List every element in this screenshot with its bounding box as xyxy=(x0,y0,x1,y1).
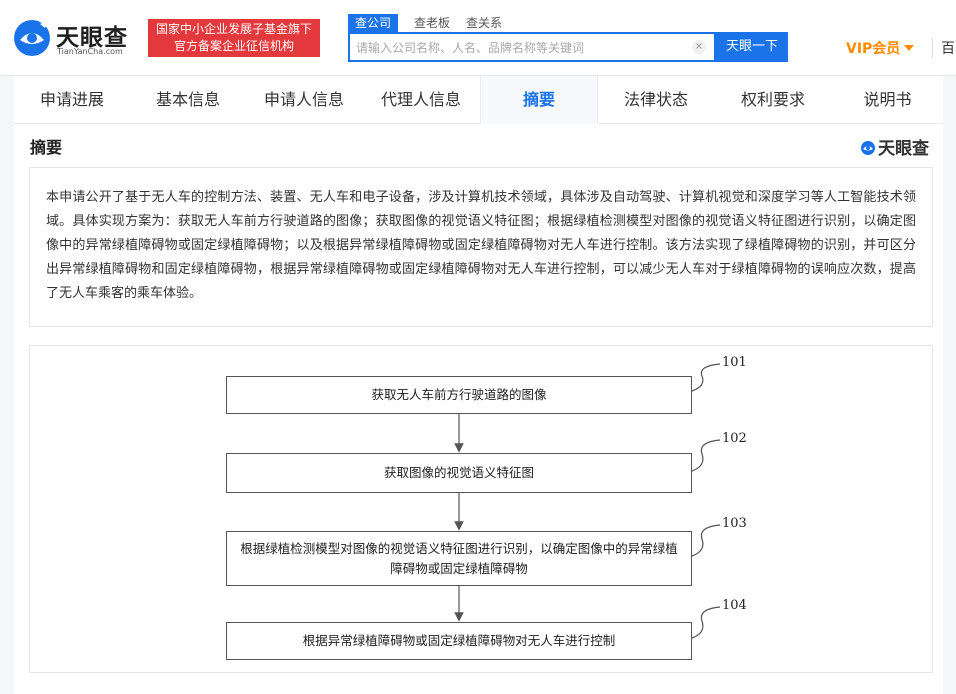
section-title: 摘要 xyxy=(30,138,63,157)
tab-agent-info[interactable]: 代理人信息 xyxy=(362,76,480,124)
vip-member-menu[interactable]: VIP会员 xyxy=(846,38,915,58)
watermark-text: 天眼查 xyxy=(878,139,929,159)
badge-line-2: 官方备案企业征信机构 xyxy=(173,39,294,53)
flow-step-103: 根据绿植检测模型对图像的视觉语义特征图进行识别，以确定图像中的异常绿植障碍物或固… xyxy=(226,531,692,586)
chevron-down-icon xyxy=(904,45,915,51)
abstract-figure: 获取无人车前方行驶道路的图像 获取图像的视觉语义特征图 根据绿植检测模型对图像的… xyxy=(29,345,933,673)
flow-step-101: 获取无人车前方行驶道路的图像 xyxy=(226,376,692,414)
search-box: × xyxy=(348,32,716,62)
step-number-104: 104 xyxy=(722,598,747,613)
logo-eye-icon xyxy=(14,20,50,56)
tab-specification[interactable]: 说明书 xyxy=(832,76,943,124)
leader-103 xyxy=(691,524,721,557)
tab-applicant-info[interactable]: 申请人信息 xyxy=(246,76,362,124)
search-tab-company[interactable]: 查公司 xyxy=(348,14,399,32)
step-number-103: 103 xyxy=(722,516,747,531)
watermark-eye-icon xyxy=(861,141,875,155)
step-number-101: 101 xyxy=(722,355,747,370)
tab-legal-status[interactable]: 法律状态 xyxy=(598,76,714,124)
tab-claims[interactable]: 权利要求 xyxy=(714,76,832,124)
tab-application-progress[interactable]: 申请进展 xyxy=(14,76,130,124)
abstract-section: 摘要 天眼查 本申请公开了基于无人车的控制方法、装置、无人车和电子设备，涉及计算… xyxy=(14,124,943,694)
logo-domain: TianYanCha.com xyxy=(57,47,123,56)
tab-abstract[interactable]: 摘要 xyxy=(480,76,598,124)
flow-step-102: 获取图像的视觉语义特征图 xyxy=(226,453,692,493)
search-tab-boss[interactable]: 查老板 xyxy=(414,14,450,32)
official-badge[interactable]: 国家中小企业发展子基金旗下 官方备案企业征信机构 xyxy=(148,19,320,57)
more-nav-link[interactable]: 百 xyxy=(932,38,955,58)
detail-tabs: 申请进展 基本信息 申请人信息 代理人信息 摘要 法律状态 权利要求 说明书 xyxy=(14,76,943,124)
vip-label: VIP会员 xyxy=(846,41,901,57)
tab-basic-info[interactable]: 基本信息 xyxy=(130,76,246,124)
leader-104 xyxy=(691,606,721,639)
badge-line-1: 国家中小企业发展子基金旗下 xyxy=(155,22,312,36)
top-header: 天眼查 TianYanCha.com 国家中小企业发展子基金旗下 官方备案企业征… xyxy=(0,0,956,76)
leader-102 xyxy=(691,439,721,472)
search-button[interactable]: 天眼一下 xyxy=(716,32,788,62)
abstract-box: 本申请公开了基于无人车的控制方法、装置、无人车和电子设备，涉及计算机技术领域，具… xyxy=(29,167,933,327)
leader-101 xyxy=(691,363,721,392)
flow-step-104: 根据异常绿植障碍物或固定绿植障碍物对无人车进行控制 xyxy=(226,622,692,660)
clear-icon[interactable]: × xyxy=(692,40,706,54)
step-number-102: 102 xyxy=(722,431,747,446)
tianyancha-logo[interactable]: 天眼查 TianYanCha.com xyxy=(12,18,140,58)
search-tab-relation[interactable]: 查关系 xyxy=(466,14,502,32)
search-input[interactable] xyxy=(356,38,686,58)
tianyancha-watermark: 天眼查 xyxy=(860,134,929,159)
abstract-text: 本申请公开了基于无人车的控制方法、装置、无人车和电子设备，涉及计算机技术领域，具… xyxy=(46,190,916,301)
